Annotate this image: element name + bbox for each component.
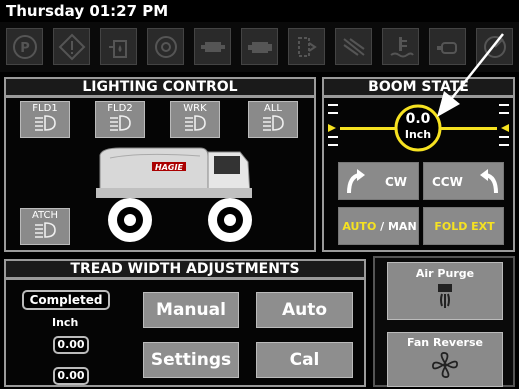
transmission-icon[interactable] <box>194 28 231 65</box>
wrk-light-button[interactable]: WRK <box>170 101 220 138</box>
boom-ccw-button[interactable]: CCW <box>423 162 504 200</box>
engine-check-icon[interactable] <box>429 28 466 65</box>
ccw-label: CCW <box>432 175 463 189</box>
tread-value-1: 0.00 <box>53 336 89 354</box>
boom-cw-button[interactable]: CW <box>338 162 419 200</box>
fold-ext-button[interactable]: FOLD EXT <box>423 207 504 245</box>
auto-button[interactable]: Auto <box>256 292 353 328</box>
fld1-light-button[interactable]: FLD1 <box>20 101 70 138</box>
headlight-icon <box>185 115 206 131</box>
boom-value: 0.0 <box>405 111 431 127</box>
fan-icon <box>432 352 458 378</box>
all-light-button[interactable]: ALL <box>248 101 298 138</box>
coolant-level-icon[interactable] <box>382 28 419 65</box>
boom-unit: Inch <box>404 128 432 141</box>
headlight-icon <box>263 115 284 131</box>
atch-light-button[interactable]: ATCH <box>20 208 70 245</box>
boom-state-title: BOOM STATE <box>322 77 515 97</box>
fld2-label: FLD2 <box>107 103 133 114</box>
engine-icon[interactable] <box>241 28 278 65</box>
fan-reverse-button[interactable]: Fan Reverse <box>387 332 503 387</box>
headlight-icon <box>35 115 56 131</box>
coolant-icon[interactable] <box>288 28 325 65</box>
mode-separator: / <box>376 220 388 233</box>
fan-reverse-label: Fan Reverse <box>407 336 483 349</box>
sprayer-logo: HAGIE <box>155 163 183 172</box>
clock: Thursday 01:27 PM <box>6 2 169 20</box>
auto-label: AUTO <box>342 220 377 233</box>
warning-diamond-icon[interactable] <box>53 28 90 65</box>
rotate-cw-arrow-icon <box>347 169 365 194</box>
top-bar: Thursday 01:27 PM <box>0 0 519 22</box>
cal-button[interactable]: Cal <box>256 342 353 378</box>
rotate-ccw-arrow-icon <box>480 169 498 194</box>
auto-man-button[interactable]: AUTO / MAN <box>338 207 419 245</box>
all-label: ALL <box>264 103 282 114</box>
tread-value-2: 0.00 <box>53 367 89 385</box>
sprayer-illustration: HAGIE <box>96 147 252 242</box>
fold-ext-label: FOLD EXT <box>434 220 495 233</box>
cw-label: CW <box>385 175 408 189</box>
park-brake-icon[interactable]: P <box>6 28 43 65</box>
manual-button[interactable]: Manual <box>143 292 239 328</box>
tread-status-box: Completed <box>22 290 110 310</box>
fld1-label: FLD1 <box>32 103 58 114</box>
turbo-icon[interactable] <box>476 28 513 65</box>
headlight-icon <box>110 115 131 131</box>
air-purge-label: Air Purge <box>415 267 475 280</box>
air-filter-icon <box>438 284 452 308</box>
fuel-water-icon[interactable] <box>100 28 137 65</box>
svg-text:P: P <box>20 41 30 56</box>
oil-pressure-icon[interactable] <box>147 28 184 65</box>
fld2-light-button[interactable]: FLD2 <box>95 101 145 138</box>
exhaust-filter-icon[interactable] <box>335 28 372 65</box>
settings-button[interactable]: Settings <box>143 342 239 378</box>
air-purge-button[interactable]: Air Purge <box>387 262 503 320</box>
lighting-control-title: LIGHTING CONTROL <box>4 77 316 97</box>
man-label: MAN <box>387 220 417 233</box>
tread-width-title: TREAD WIDTH ADJUSTMENTS <box>4 259 366 279</box>
tread-unit: Inch <box>52 316 79 329</box>
headlight-icon <box>35 222 56 238</box>
wrk-label: WRK <box>183 103 207 114</box>
boom-gauge <box>328 104 509 152</box>
atch-label: ATCH <box>31 210 59 221</box>
